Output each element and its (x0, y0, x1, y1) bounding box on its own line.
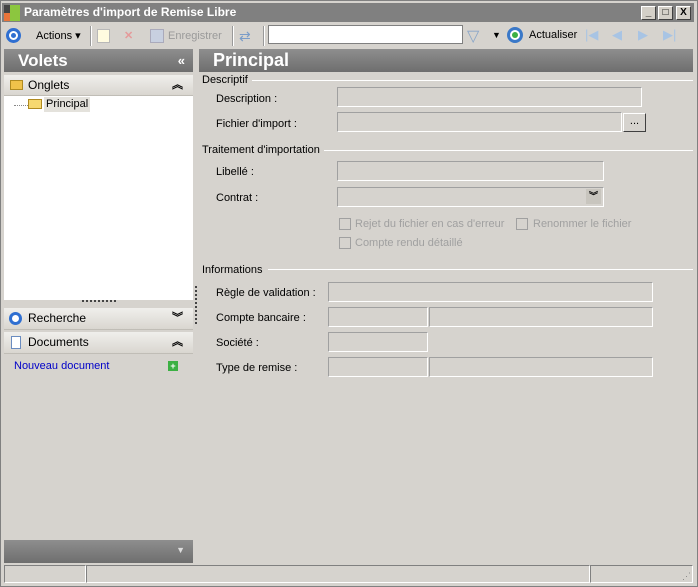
societe-label: Société : (216, 337, 259, 349)
actions-menu[interactable]: Actions ▾ (36, 28, 81, 44)
splitter-handle[interactable] (82, 300, 116, 302)
resize-grip-icon[interactable]: ⋰ (682, 571, 691, 582)
section-label: Recherche (28, 311, 87, 325)
left-panel-header: Volets « (4, 49, 193, 72)
divider (324, 150, 693, 151)
group-informations: Informations (202, 264, 263, 276)
save-icon[interactable] (150, 29, 164, 43)
compte-rendu-checkbox[interactable] (339, 237, 351, 249)
separator (232, 26, 234, 46)
close-button[interactable]: X (676, 6, 691, 20)
group-descriptif: Descriptif (202, 74, 248, 86)
new-icon[interactable] (97, 29, 110, 43)
folder-icon (10, 80, 23, 90)
last-record-icon[interactable]: ▶| (663, 27, 676, 43)
first-record-icon[interactable]: |◀ (585, 27, 598, 43)
title-bar: Paramètres d'import de Remise Libre (2, 3, 694, 22)
renommer-label: Renommer le fichier (533, 218, 632, 230)
menu-circle-icon[interactable] (6, 28, 22, 44)
filter-icon[interactable]: ▽ (467, 26, 479, 46)
separator (90, 26, 92, 46)
app-logo-icon (4, 5, 20, 21)
separator (263, 26, 265, 46)
save-button[interactable]: Enregistrer (168, 28, 222, 44)
divider (252, 80, 693, 81)
chevron-down-icon[interactable]: ︾ (172, 308, 183, 328)
window-title: Paramètres d'import de Remise Libre (24, 5, 237, 19)
refresh-icon[interactable] (507, 27, 523, 43)
dropdown-arrow-icon: ▾ (75, 30, 81, 42)
description-label: Description : (216, 93, 278, 105)
new-document-link[interactable]: Nouveau document (14, 360, 109, 372)
status-pane (4, 565, 86, 583)
status-pane (86, 565, 590, 583)
description-field[interactable] (337, 87, 642, 107)
import-file-field[interactable] (337, 112, 622, 132)
left-panel-title: Volets (18, 51, 68, 70)
delete-icon[interactable]: ✕ (124, 28, 133, 44)
search-circle-icon (9, 312, 22, 325)
minimize-button[interactable]: _ (641, 6, 656, 20)
chevron-up-icon[interactable]: ︽ (172, 75, 183, 95)
contrat-select[interactable]: ︾ (337, 187, 604, 207)
main-header: Principal (199, 49, 693, 72)
actions-label: Actions (36, 30, 73, 42)
dropdown-arrow-icon[interactable]: ▼ (176, 545, 185, 555)
import-file-label: Fichier d'import : (216, 118, 297, 130)
section-documents[interactable]: Documents ︽ (4, 332, 193, 354)
type-label: Type de remise : (216, 362, 298, 374)
libelle-label: Libellé : (216, 166, 254, 178)
tab-tree: Principal (4, 96, 193, 300)
compte-name-field[interactable] (429, 307, 653, 327)
compte-rendu-label: Compte rendu détaillé (355, 237, 463, 249)
status-pane (590, 565, 693, 583)
document-icon (11, 336, 21, 349)
collapse-panel-button[interactable]: « (178, 49, 185, 72)
maximize-button[interactable]: □ (658, 6, 673, 20)
compte-label: Compte bancaire : (216, 312, 306, 324)
sync-icon[interactable]: ⇄ (239, 28, 251, 44)
section-label: Documents (28, 335, 89, 349)
section-recherche[interactable]: Recherche ︾ (4, 308, 193, 330)
rejet-checkbox[interactable] (339, 218, 351, 230)
browse-button[interactable]: ... (623, 113, 646, 132)
contrat-label: Contrat : (216, 192, 259, 204)
group-traitement: Traitement d'importation (202, 144, 320, 156)
compte-code-field[interactable] (328, 307, 428, 327)
tree-item-principal[interactable]: Principal (44, 97, 91, 112)
panel-splitter[interactable] (195, 286, 197, 324)
chevron-up-icon[interactable]: ︽ (172, 332, 183, 352)
next-record-icon[interactable]: ▶ (638, 27, 648, 43)
renommer-checkbox[interactable] (516, 218, 528, 230)
libelle-field[interactable] (337, 161, 604, 181)
chevron-down-icon[interactable]: ︾ (586, 189, 601, 204)
page-title: Principal (213, 50, 290, 70)
societe-field[interactable] (328, 332, 428, 352)
search-input[interactable] (268, 25, 463, 44)
section-label: Onglets (28, 78, 70, 92)
add-icon[interactable]: + (168, 361, 178, 371)
refresh-button[interactable]: Actualiser (529, 29, 577, 41)
section-onglets[interactable]: Onglets ︽ (4, 75, 193, 96)
open-folder-icon (28, 99, 42, 109)
divider (268, 269, 693, 270)
type-code-field[interactable] (328, 357, 428, 377)
type-name-field[interactable] (429, 357, 653, 377)
left-panel-footer: ▼ (4, 540, 193, 563)
status-bar: ⋰ (2, 565, 694, 584)
regle-label: Règle de validation : (216, 287, 316, 299)
previous-record-icon[interactable]: ◀ (612, 27, 622, 43)
rejet-label: Rejet du fichier en cas d'erreur (355, 218, 505, 230)
regle-field[interactable] (328, 282, 653, 302)
filter-dropdown-icon[interactable]: ▼ (492, 30, 501, 40)
